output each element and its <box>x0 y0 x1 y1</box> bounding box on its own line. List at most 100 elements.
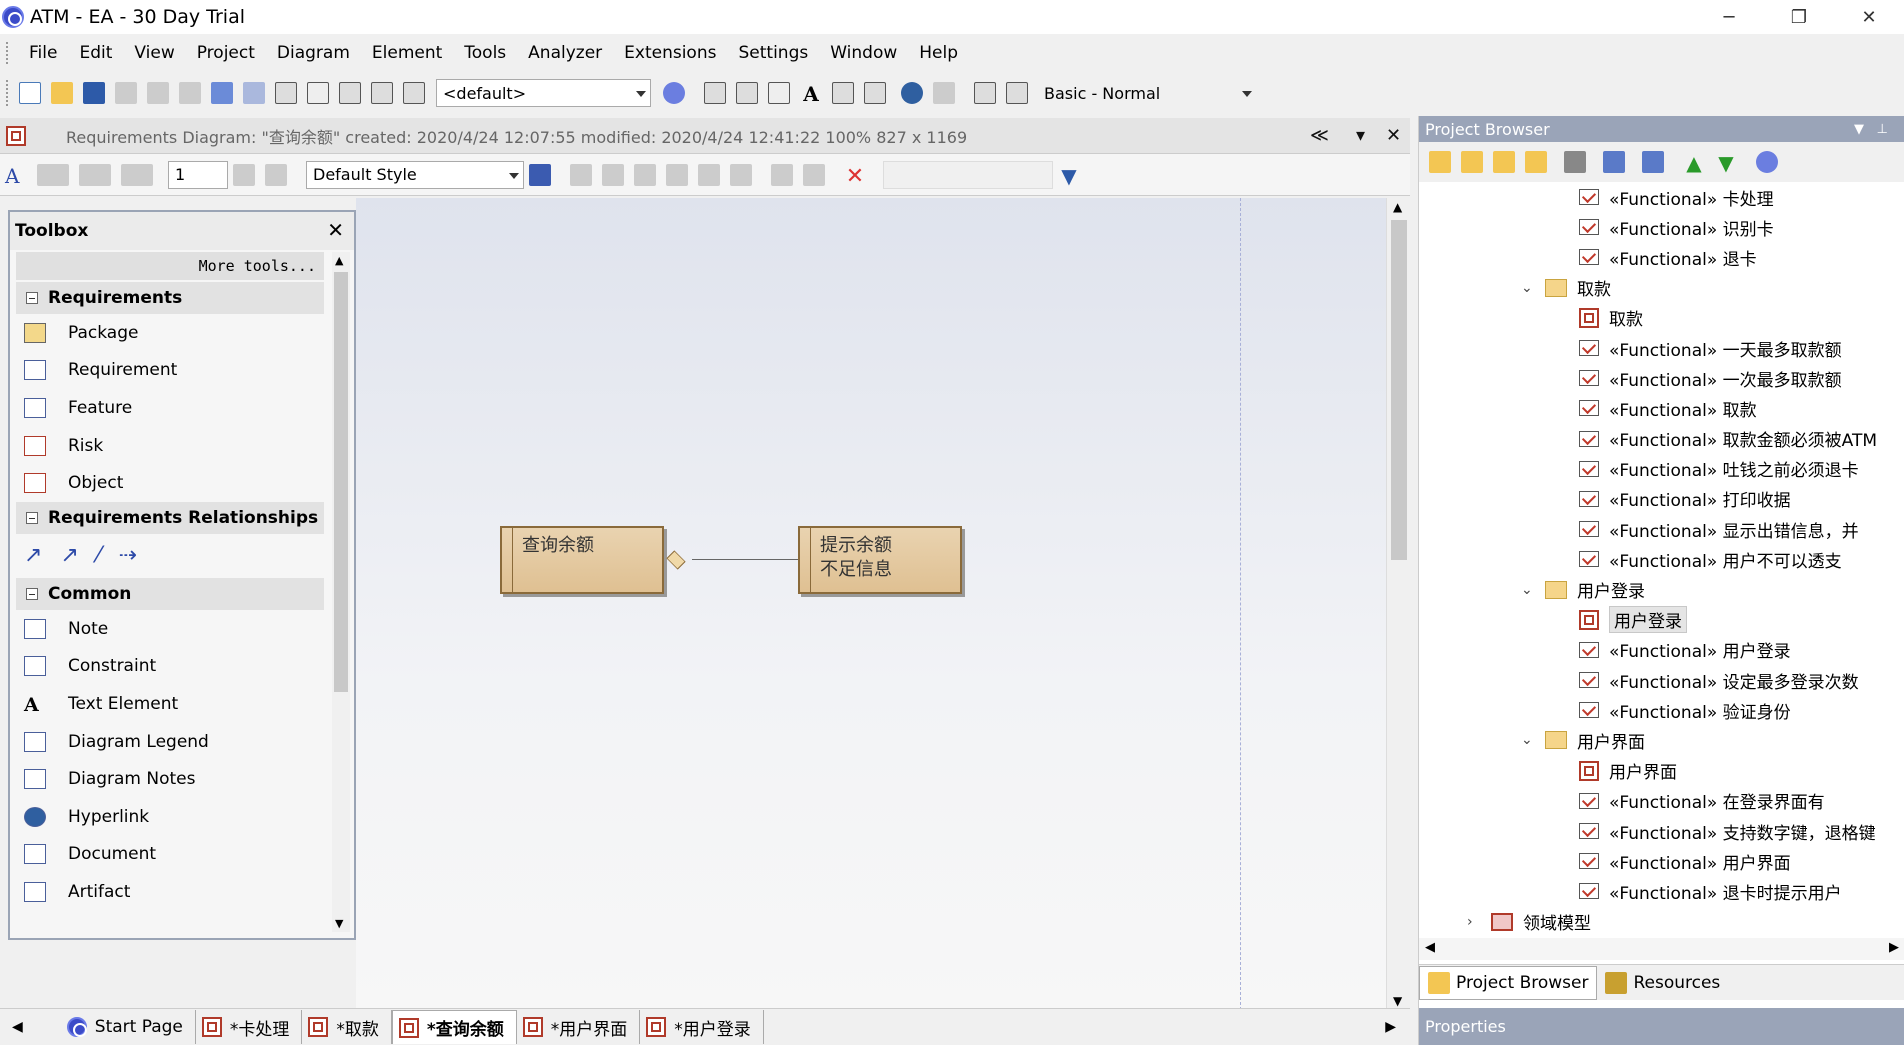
fill-color-icon[interactable] <box>79 163 111 186</box>
auto-layout-icon[interactable] <box>803 163 825 186</box>
tool-risk[interactable]: Risk <box>10 427 354 465</box>
connector-line[interactable] <box>692 559 798 560</box>
tab-scroll-left-icon[interactable]: ◀ <box>0 1019 35 1035</box>
style-combo[interactable]: Default Style <box>306 160 524 189</box>
tree-item[interactable]: «Functional» 用户界面 <box>1419 846 1904 876</box>
menu-extensions[interactable]: Extensions <box>613 43 727 63</box>
tool-note[interactable]: Note <box>10 610 354 648</box>
find-icon[interactable] <box>1564 151 1586 173</box>
tool-object[interactable]: Object <box>10 464 354 502</box>
layout-tree-icon[interactable] <box>771 163 793 186</box>
tree-item[interactable]: «Functional» 一天最多取款额 <box>1419 333 1904 363</box>
tool-package[interactable]: Package <box>10 314 354 352</box>
scroll-down-icon[interactable]: ▼ <box>335 917 343 930</box>
line-color-icon[interactable] <box>121 163 153 186</box>
requirement-element[interactable]: 查询余额 <box>500 526 664 594</box>
filter-input[interactable] <box>883 160 1053 189</box>
align-bottom-icon[interactable] <box>666 163 688 186</box>
realize-icon[interactable]: ↗ <box>24 543 42 568</box>
scroll-thumb[interactable] <box>1391 220 1407 560</box>
close-button[interactable]: ✕ <box>1834 0 1904 34</box>
list-icon[interactable] <box>864 82 886 104</box>
properties-header[interactable]: Properties <box>1419 1008 1904 1045</box>
print-icon[interactable] <box>339 82 361 104</box>
toolbox-close-button[interactable]: ✕ <box>327 218 344 242</box>
globe-icon[interactable] <box>901 82 923 104</box>
connector-icon[interactable] <box>933 82 955 104</box>
panels-icon[interactable] <box>974 82 996 104</box>
panel-menu-icon[interactable]: ▼ <box>1854 122 1864 137</box>
new-model-icon[interactable] <box>1429 151 1451 173</box>
tree-item[interactable]: «Functional» 卡处理 <box>1419 182 1904 212</box>
tree-item[interactable]: «Functional» 取款金额必须被ATM <box>1419 424 1904 454</box>
tree-item[interactable]: 用户界面 <box>1419 756 1904 786</box>
new-diagram-icon[interactable] <box>1493 151 1515 173</box>
tab-user-interface[interactable]: *用户界面 <box>517 1010 641 1044</box>
expand-chevron-icon[interactable]: ⌄ <box>1521 732 1545 748</box>
tree-item[interactable]: 用户登录 <box>1419 605 1904 635</box>
tree-item[interactable]: «Functional» 显示出错信息，并 <box>1419 514 1904 544</box>
scroll-up-icon[interactable]: ▲ <box>1393 200 1402 214</box>
align-top-icon[interactable] <box>634 163 656 186</box>
same-width-icon[interactable] <box>698 163 720 186</box>
requirement-element[interactable]: 提示余额 不足信息 <box>798 526 962 594</box>
tool-hyperlink[interactable]: Hyperlink <box>10 798 354 836</box>
section-requirements[interactable]: Requirements <box>16 282 324 314</box>
tool-diagram-legend[interactable]: Diagram Legend <box>10 723 354 761</box>
font-color-icon[interactable]: A <box>5 164 27 188</box>
scroll-thumb[interactable] <box>334 272 348 692</box>
find-icon[interactable] <box>371 82 393 104</box>
menu-tools[interactable]: Tools <box>453 43 517 63</box>
menu-settings[interactable]: Settings <box>727 43 819 63</box>
pin-icon[interactable]: ⊥ <box>1877 122 1888 137</box>
project-tree[interactable]: «Functional» 卡处理 «Functional» 识别卡 «Functio… <box>1419 182 1904 942</box>
page-setup-icon[interactable] <box>307 82 329 104</box>
toolbar-grip[interactable] <box>6 42 10 64</box>
tree-item[interactable]: «Functional» 用户不可以透支 <box>1419 544 1904 574</box>
new-element-icon[interactable] <box>1525 151 1547 173</box>
move-down-icon[interactable]: ▼ <box>1715 151 1737 175</box>
toolbox-scrollbar[interactable]: ▲ ▼ <box>332 252 350 932</box>
save-icon[interactable] <box>83 82 105 104</box>
tree-item[interactable]: «Functional» 退卡 <box>1419 242 1904 272</box>
tree-hscrollbar[interactable]: ◀ ▶ <box>1419 938 1904 960</box>
tree-item[interactable]: «Functional» 一次最多取款额 <box>1419 363 1904 393</box>
dependency-icon[interactable]: ⇢ <box>119 543 137 568</box>
minimize-button[interactable]: ─ <box>1694 0 1764 34</box>
expand-chevron-icon[interactable]: ⌄ <box>1521 280 1545 296</box>
align-left-icon[interactable] <box>570 163 592 186</box>
more-tools-button[interactable]: More tools... <box>16 252 324 280</box>
tab-user-login[interactable]: *用户登录 <box>640 1010 764 1044</box>
tool-text-element[interactable]: A Text Element <box>10 685 354 723</box>
tree-item[interactable]: › 领域模型 <box>1419 907 1904 937</box>
help-icon[interactable] <box>663 82 685 104</box>
tree-item[interactable]: «Functional» 吐钱之前必须退卡 <box>1419 454 1904 484</box>
paste-icon[interactable] <box>179 82 201 104</box>
scroll-right-icon[interactable]: ▶ <box>1889 940 1899 955</box>
text-highlight-icon[interactable] <box>37 163 69 186</box>
scroll-up-icon[interactable]: ▲ <box>335 254 343 267</box>
scroll-down-icon[interactable]: ▼ <box>1393 994 1402 1008</box>
new-icon[interactable] <box>19 82 41 104</box>
diagram-canvas[interactable] <box>356 198 1386 1008</box>
workspace-combo[interactable]: Basic - Normal <box>1037 79 1257 107</box>
section-common[interactable]: Common <box>16 577 324 610</box>
tool-diagram-notes[interactable]: Diagram Notes <box>10 760 354 798</box>
menu-diagram[interactable]: Diagram <box>266 43 361 63</box>
move-up-icon[interactable]: ▲ <box>1683 151 1705 175</box>
cut-icon[interactable] <box>115 82 137 104</box>
tree-item[interactable]: ⌄ 取款 <box>1419 273 1904 303</box>
tree-item[interactable]: «Functional» 验证身份 <box>1419 695 1904 725</box>
view-icon[interactable] <box>704 82 726 104</box>
eyedropper-icon[interactable] <box>265 163 287 186</box>
undo-icon[interactable] <box>211 82 233 104</box>
view-options-icon[interactable] <box>1642 151 1664 173</box>
menu-edit[interactable]: Edit <box>68 43 123 63</box>
menu-file[interactable]: File <box>18 43 68 63</box>
tab-withdraw[interactable]: *取款 <box>302 1010 392 1044</box>
association-icon[interactable]: ⁄ <box>97 543 101 568</box>
copy-icon[interactable] <box>147 82 169 104</box>
tree-item[interactable]: «Functional» 打印收据 <box>1419 484 1904 514</box>
toolbar-grip[interactable] <box>6 80 10 106</box>
collapse-chevron-icon[interactable]: › <box>1467 914 1491 930</box>
